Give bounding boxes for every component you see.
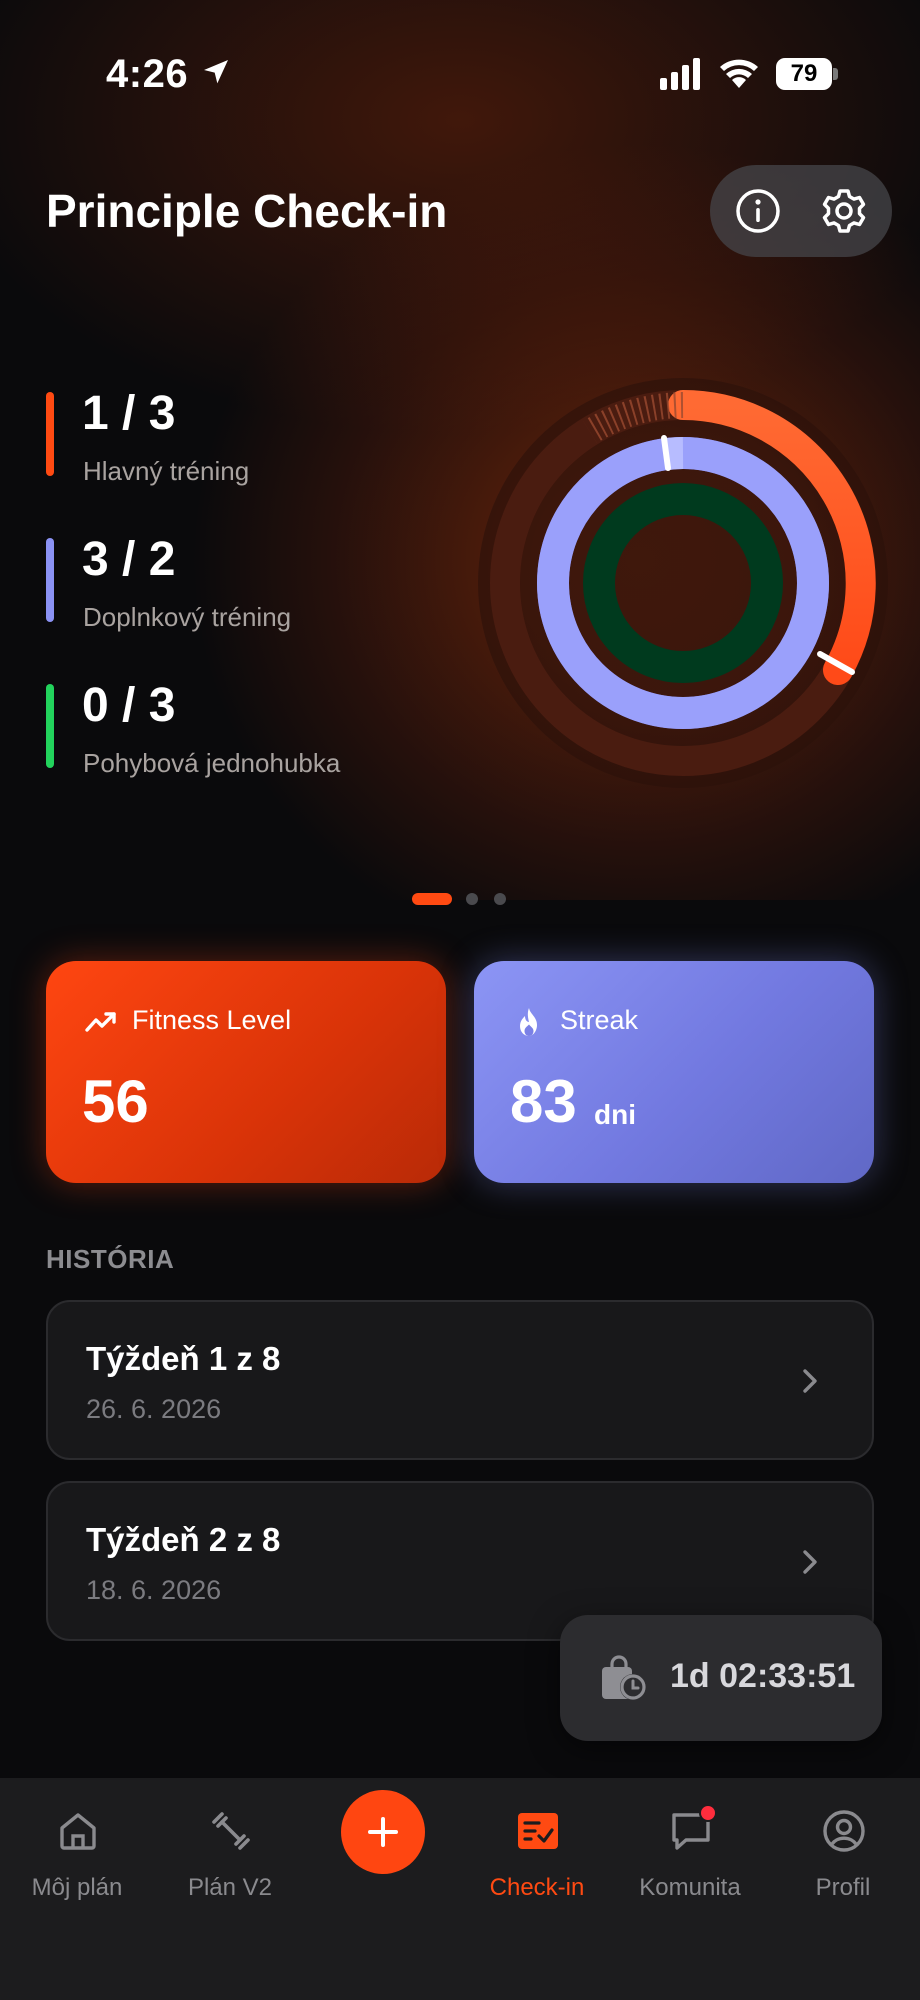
history-item-date: 18. 6. 2026 bbox=[86, 1575, 222, 1605]
plus-icon bbox=[368, 1817, 398, 1847]
profile-icon bbox=[823, 1810, 865, 1852]
info-icon[interactable] bbox=[730, 183, 786, 239]
location-arrow-icon bbox=[204, 60, 228, 84]
stat-label: Pohybová jednohubka bbox=[83, 748, 341, 778]
tab-label: Check-in bbox=[489, 1874, 585, 1901]
page-indicator[interactable] bbox=[412, 893, 512, 905]
history-item[interactable]: Týždeň 1 z 8 26. 6. 2026 bbox=[46, 1300, 874, 1460]
tab-plan-v2[interactable]: Plán V2 bbox=[155, 1808, 305, 1918]
flame-icon bbox=[520, 1008, 537, 1036]
chevron-right-icon bbox=[803, 1550, 817, 1574]
bag-clock-icon bbox=[602, 1655, 646, 1700]
wifi-icon bbox=[720, 59, 758, 88]
tab-profil[interactable]: Profil bbox=[768, 1808, 918, 1918]
tab-check-in[interactable]: Check-in bbox=[462, 1808, 612, 1918]
tab-bar: Môj plán Plán V2 Check-in Komunita Profi… bbox=[0, 1778, 920, 2000]
stat-value: 0 / 3 bbox=[82, 679, 176, 732]
history-item-title: Týždeň 2 z 8 bbox=[86, 1521, 281, 1558]
page-dot[interactable] bbox=[494, 893, 506, 905]
activity-rings bbox=[478, 378, 888, 788]
stat-hlavny-trening: 1 / 3 Hlavný tréning bbox=[46, 387, 426, 502]
page-title: Principle Check-in bbox=[46, 185, 448, 237]
tab-label: Plán V2 bbox=[187, 1874, 273, 1901]
tab-label: Komunita bbox=[639, 1874, 741, 1901]
chevron-right-icon bbox=[803, 1369, 817, 1393]
streak-unit: dni bbox=[594, 1099, 636, 1130]
add-button[interactable] bbox=[341, 1790, 425, 1874]
countdown-timer[interactable]: 1d 02:33:51 bbox=[560, 1615, 882, 1741]
stat-label: Hlavný tréning bbox=[83, 456, 250, 486]
header-actions bbox=[710, 165, 892, 257]
page-dot[interactable] bbox=[466, 893, 478, 905]
history-item-date: 26. 6. 2026 bbox=[86, 1394, 222, 1424]
middle-ring-marker bbox=[661, 435, 671, 471]
battery-icon: 79 bbox=[776, 58, 838, 90]
tab-label: Môj plán bbox=[31, 1874, 123, 1901]
stat-color-bar bbox=[46, 392, 54, 476]
cellular-signal-icon bbox=[660, 58, 700, 90]
stat-pohybova-jednohubka: 0 / 3 Pohybová jednohubka bbox=[46, 679, 426, 794]
middle-ring-overlap bbox=[666, 437, 684, 470]
stat-color-bar bbox=[46, 538, 54, 622]
home-icon bbox=[60, 1813, 96, 1850]
gear-icon[interactable] bbox=[816, 183, 872, 239]
status-time: 4:26 bbox=[106, 52, 189, 96]
countdown-text: 1d 02:33:51 bbox=[670, 1657, 856, 1695]
history-section-title: HISTÓRIA bbox=[46, 1244, 175, 1274]
page-dot-active[interactable] bbox=[412, 893, 452, 905]
stat-value: 3 / 2 bbox=[82, 533, 176, 586]
fitness-level-card[interactable]: Fitness Level 56 bbox=[46, 961, 446, 1183]
status-bar: 4:26 79 bbox=[0, 0, 920, 150]
streak-label: Streak bbox=[560, 1005, 639, 1035]
battery-level: 79 bbox=[776, 58, 832, 90]
fitness-level-label: Fitness Level bbox=[132, 1005, 292, 1035]
dumbbell-icon bbox=[212, 1812, 250, 1850]
history-item-title: Týždeň 1 z 8 bbox=[86, 1340, 281, 1377]
tab-komunita[interactable]: Komunita bbox=[615, 1804, 765, 1918]
stat-color-bar bbox=[46, 684, 54, 768]
stat-label: Doplnkový tréning bbox=[83, 602, 292, 632]
checklist-icon bbox=[518, 1813, 558, 1849]
streak-card[interactable]: Streak 83 dni bbox=[474, 961, 874, 1183]
trending-up-icon bbox=[85, 1012, 116, 1032]
stat-doplnkovy-trening: 3 / 2 Doplnkový tréning bbox=[46, 533, 426, 648]
fitness-level-value: 56 bbox=[82, 1068, 149, 1135]
stat-value: 1 / 3 bbox=[82, 387, 176, 440]
tab-label: Profil bbox=[815, 1874, 871, 1901]
streak-value: 83 bbox=[510, 1068, 577, 1135]
tab-moj-plan[interactable]: Môj plán bbox=[2, 1808, 152, 1918]
notification-badge bbox=[699, 1804, 717, 1822]
